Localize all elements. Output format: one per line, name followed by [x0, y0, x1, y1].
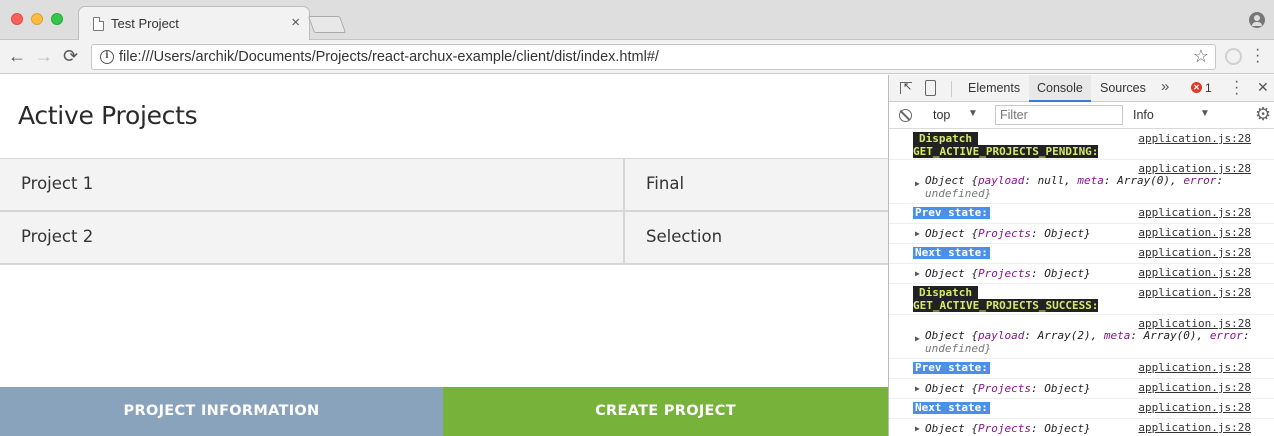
- reload-icon[interactable]: ⟳: [63, 46, 78, 66]
- error-icon[interactable]: ✕: [1191, 82, 1202, 93]
- devtools-panel: Elements Console Sources » ✕ 1 ··· ✕ top…: [888, 74, 1274, 436]
- console-output: Dispatch GET_ACTIVE_PROJECTS_PENDING: ap…: [889, 130, 1274, 436]
- source-link[interactable]: application.js:28: [1138, 286, 1251, 299]
- project-stage-cell: Selection: [623, 212, 888, 263]
- log-object[interactable]: Object {payload: null, meta: Array(0), e…: [925, 174, 1223, 200]
- console-log-entry: Prev state: application.js:28: [889, 359, 1274, 379]
- console-log-entry: Prev state: application.js:28: [889, 204, 1274, 224]
- expand-arrow-icon[interactable]: ▶: [915, 179, 920, 188]
- action-name: GET_ACTIVE_PROJECTS_SUCCESS:: [913, 299, 1099, 312]
- prev-state-badge: Prev state:: [913, 206, 990, 219]
- console-log-entry: ▶ Object {Projects: Object} application.…: [889, 264, 1274, 284]
- project-name: Project 1: [21, 174, 94, 193]
- log-object[interactable]: Object {Projects: Object}: [925, 382, 1091, 395]
- next-state-badge: Next state:: [913, 401, 990, 414]
- console-filter-bar: top ▼ Info ▼ ⚙: [889, 102, 1274, 129]
- source-link[interactable]: application.js:28: [1138, 162, 1251, 175]
- extension-icon[interactable]: [1225, 48, 1242, 65]
- source-link[interactable]: application.js:28: [1138, 206, 1251, 219]
- new-tab-button[interactable]: [307, 16, 347, 33]
- chevron-down-icon[interactable]: ▼: [1200, 108, 1210, 119]
- browser-menu-icon[interactable]: · · ·: [1255, 42, 1261, 70]
- log-object[interactable]: Object {Projects: Object}: [925, 227, 1091, 240]
- page-title: Active Projects: [18, 101, 198, 130]
- clear-console-icon[interactable]: [899, 109, 912, 122]
- source-link[interactable]: application.js:28: [1138, 317, 1251, 330]
- expand-arrow-icon[interactable]: ▶: [915, 334, 920, 343]
- log-object[interactable]: Object {Projects: Object}: [925, 422, 1091, 435]
- bookmark-star-icon[interactable]: ☆: [1193, 46, 1209, 67]
- divider: [951, 81, 952, 97]
- source-link[interactable]: application.js:28: [1138, 381, 1251, 394]
- log-object[interactable]: Object {Projects: Object}: [925, 267, 1091, 280]
- console-log-entry: ▶ Object {payload: null, meta: Array(0),…: [889, 160, 1274, 204]
- project-stage-cell: Final: [623, 159, 888, 210]
- gear-icon[interactable]: ⚙: [1255, 104, 1271, 125]
- address-bar[interactable]: i file:///Users/archik/Documents/Project…: [91, 44, 1216, 70]
- device-toolbar-icon[interactable]: [925, 80, 936, 96]
- window-zoom-button[interactable]: [51, 13, 63, 25]
- devtools-tab-bar: Elements Console Sources » ✕ 1 ··· ✕: [889, 74, 1274, 102]
- console-log-entry: ▶ Object {Projects: Object} application.…: [889, 379, 1274, 399]
- window-close-button[interactable]: [11, 13, 23, 25]
- devtools-menu-icon[interactable]: · · ·: [1234, 74, 1239, 102]
- more-tabs-icon[interactable]: »: [1161, 78, 1169, 95]
- window-minimize-button[interactable]: [31, 13, 43, 25]
- source-link[interactable]: application.js:28: [1138, 266, 1251, 279]
- next-state-badge: Next state:: [913, 246, 990, 259]
- table-row[interactable]: Project 1 Final: [0, 159, 888, 212]
- table-row[interactable]: Project 2 Selection: [0, 212, 888, 265]
- source-link[interactable]: application.js:28: [1138, 361, 1251, 374]
- project-information-button[interactable]: PROJECT INFORMATION: [0, 387, 443, 436]
- dispatch-badge: Dispatch: [913, 132, 978, 145]
- devtools-close-icon[interactable]: ✕: [1257, 79, 1269, 96]
- console-log-entry: Next state: application.js:28: [889, 244, 1274, 264]
- source-link[interactable]: application.js:28: [1138, 132, 1251, 145]
- console-log-entry: Next state: application.js:28: [889, 399, 1274, 419]
- tab-sources[interactable]: Sources: [1100, 81, 1146, 95]
- tab-title: Test Project: [111, 16, 179, 31]
- expand-arrow-icon[interactable]: ▶: [915, 424, 920, 433]
- create-project-button[interactable]: CREATE PROJECT: [443, 387, 888, 436]
- forward-icon[interactable]: →: [35, 46, 53, 66]
- browser-tab-bar: Test Project ×: [0, 0, 1274, 41]
- source-link[interactable]: application.js:28: [1138, 246, 1251, 259]
- tab-elements[interactable]: Elements: [968, 81, 1020, 95]
- back-icon[interactable]: ←: [8, 46, 26, 66]
- error-count[interactable]: 1: [1205, 81, 1212, 95]
- context-selector[interactable]: top: [933, 108, 950, 122]
- chevron-down-icon[interactable]: ▼: [968, 108, 978, 119]
- console-log-entry: Dispatch GET_ACTIVE_PROJECTS_SUCCESS: ap…: [889, 284, 1274, 315]
- expand-arrow-icon[interactable]: ▶: [915, 229, 920, 238]
- browser-tab[interactable]: Test Project ×: [78, 6, 310, 41]
- inspect-element-icon[interactable]: [900, 80, 912, 94]
- project-name: Project 2: [21, 227, 94, 246]
- project-stage: Final: [646, 174, 685, 193]
- expand-arrow-icon[interactable]: ▶: [915, 269, 920, 278]
- info-icon[interactable]: i: [100, 50, 114, 64]
- source-link[interactable]: application.js:28: [1138, 226, 1251, 239]
- dispatch-badge: Dispatch: [913, 286, 978, 299]
- expand-arrow-icon[interactable]: ▶: [915, 384, 920, 393]
- prev-state-badge: Prev state:: [913, 361, 990, 374]
- projects-table: Project 1 Final Project 2 Selection: [0, 158, 888, 265]
- console-filter-input[interactable]: [995, 105, 1123, 125]
- console-log-entry: Dispatch GET_ACTIVE_PROJECTS_PENDING: ap…: [889, 130, 1274, 160]
- tab-console[interactable]: Console: [1029, 75, 1091, 102]
- log-object[interactable]: Object {payload: Array(2), meta: Array(0…: [925, 329, 1250, 355]
- url-text[interactable]: file:///Users/archik/Documents/Projects/…: [119, 49, 659, 65]
- log-level-selector[interactable]: Info: [1133, 108, 1154, 122]
- browser-toolbar: ← → ⟳ i file:///Users/archik/Documents/P…: [0, 40, 1274, 74]
- console-log-entry: ▶ Object {Projects: Object} application.…: [889, 419, 1274, 436]
- source-link[interactable]: application.js:28: [1138, 421, 1251, 434]
- tab-close-icon[interactable]: ×: [291, 14, 300, 31]
- page-icon: [93, 17, 104, 31]
- profile-icon[interactable]: [1249, 12, 1265, 28]
- project-stage: Selection: [646, 227, 723, 246]
- source-link[interactable]: application.js:28: [1138, 401, 1251, 414]
- console-log-entry: ▶ Object {payload: Array(2), meta: Array…: [889, 315, 1274, 359]
- console-log-entry: ▶ Object {Projects: Object} application.…: [889, 224, 1274, 244]
- action-name: GET_ACTIVE_PROJECTS_PENDING:: [913, 145, 1099, 158]
- app-page: Active Projects Project 1 Final Project …: [0, 75, 888, 436]
